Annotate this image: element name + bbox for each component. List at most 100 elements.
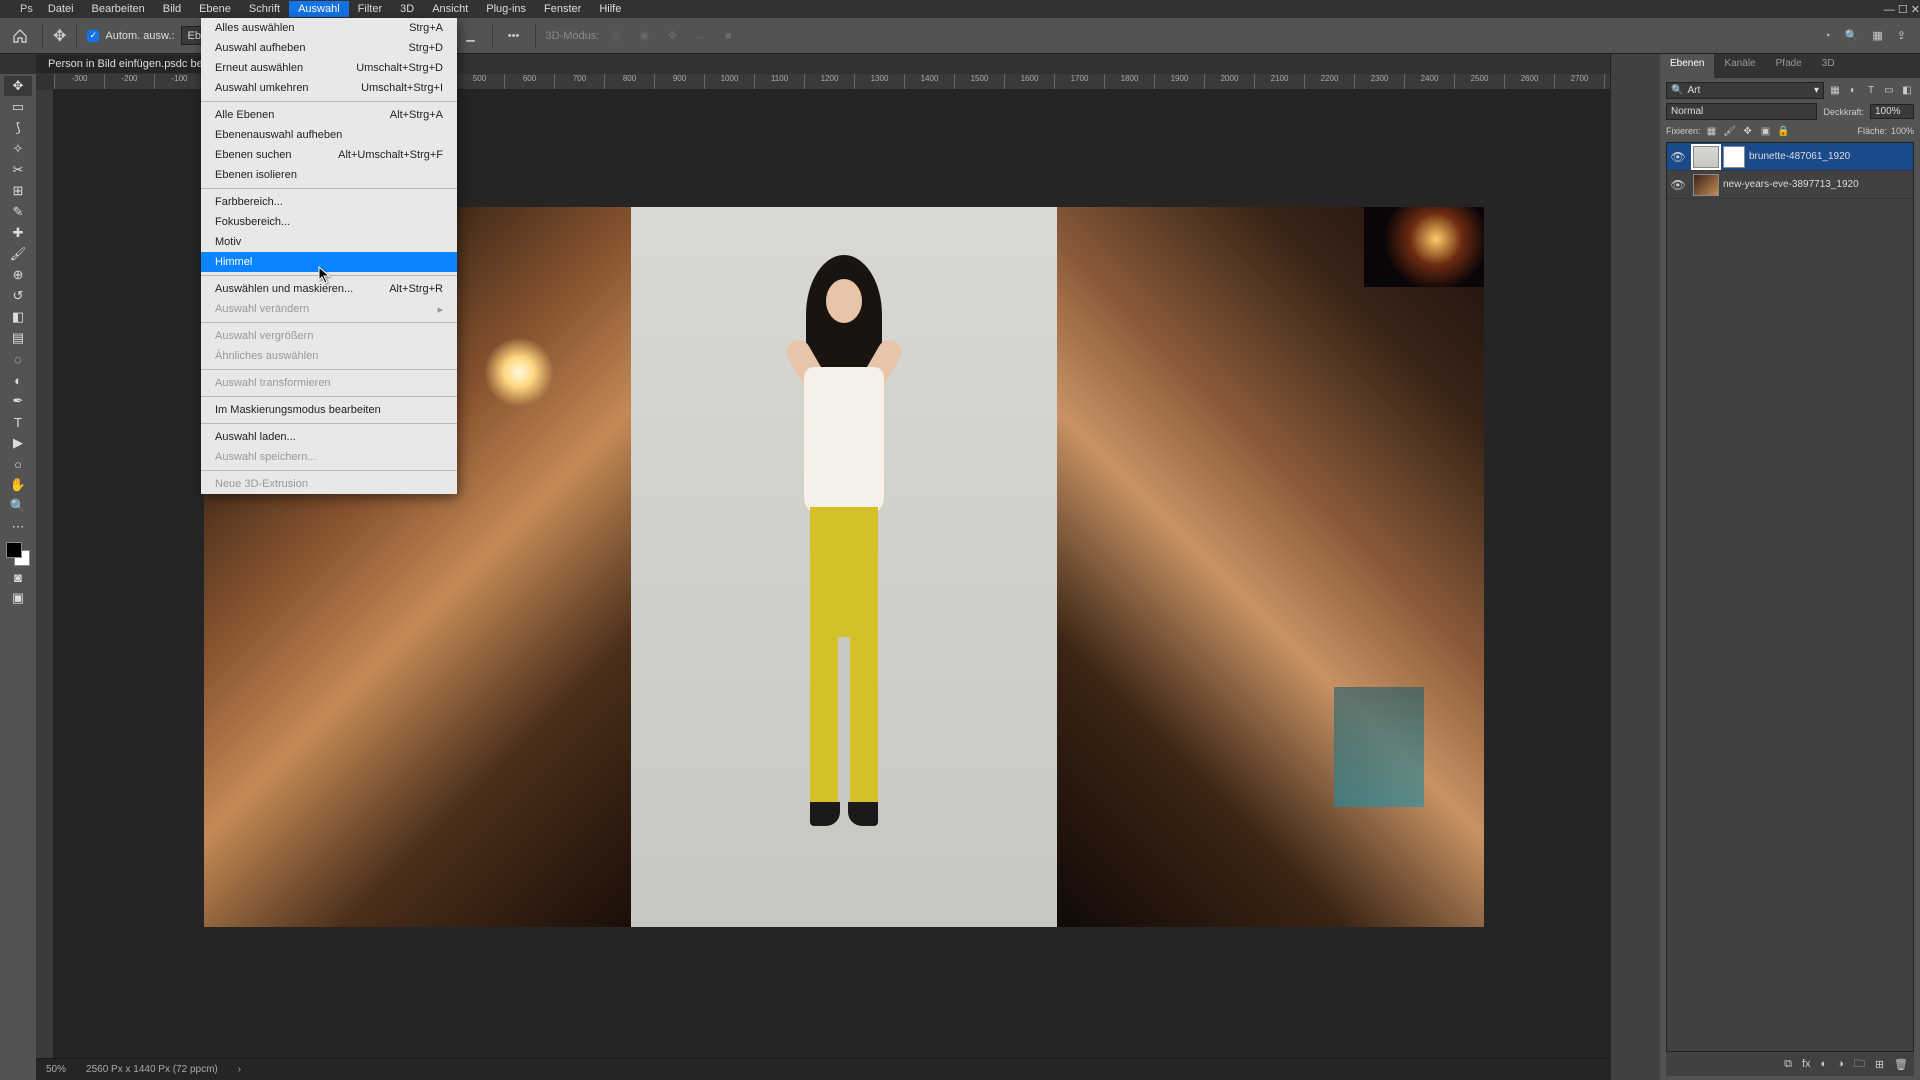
eyedropper-tool[interactable]: ✎	[4, 202, 32, 222]
blend-mode-dropdown[interactable]: Normal	[1666, 103, 1817, 120]
menu-item[interactable]: Im Maskierungsmodus bearbeiten	[201, 400, 457, 420]
eraser-tool[interactable]: ◧	[4, 307, 32, 327]
menu-item[interactable]: Ebenen suchenAlt+Umschalt+Strg+F	[201, 145, 457, 165]
close-icon[interactable]: ✕	[1911, 4, 1920, 16]
menu-ansicht[interactable]: Ansicht	[423, 1, 477, 17]
menu-3d[interactable]: 3D	[391, 1, 423, 17]
lock-transparent-icon[interactable]: ▦	[1705, 124, 1719, 138]
menu-auswahl[interactable]: Auswahl	[289, 1, 349, 17]
layer-row[interactable]: 👁 new-years-eve-3897713_1920	[1667, 171, 1913, 199]
panel-tab-3d[interactable]: 3D	[1812, 54, 1845, 78]
layer-thumbnail[interactable]	[1693, 174, 1719, 196]
menu-item[interactable]: Erneut auswählenUmschalt+Strg+D	[201, 58, 457, 78]
screen-mode-icon[interactable]: ▣	[4, 588, 32, 608]
menu-schrift[interactable]: Schrift	[240, 1, 289, 17]
collapsed-panel-dock[interactable]	[1610, 54, 1660, 1080]
menu-fenster[interactable]: Fenster	[535, 1, 590, 17]
home-icon[interactable]	[8, 24, 32, 48]
new-layer-icon[interactable]: ⊞	[1875, 1058, 1884, 1071]
filter-adjust-icon[interactable]: ◐	[1846, 84, 1860, 98]
pen-tool[interactable]: ✒	[4, 391, 32, 411]
menu-bild[interactable]: Bild	[154, 1, 190, 17]
shape-tool[interactable]: ○	[4, 454, 32, 474]
layer-name[interactable]: brunette-487061_1920	[1749, 151, 1850, 162]
visibility-icon[interactable]: 👁	[1667, 178, 1689, 192]
layer-filter-dropdown[interactable]: 🔍Art▾	[1666, 82, 1824, 99]
fx-icon[interactable]: fx	[1802, 1058, 1811, 1070]
panel-tab-ebenen[interactable]: Ebenen	[1660, 54, 1714, 78]
visibility-icon[interactable]: 👁	[1667, 150, 1689, 164]
menu-bearbeiten[interactable]: Bearbeiten	[83, 1, 154, 17]
menu-item[interactable]: Auswählen und maskieren...Alt+Strg+R	[201, 279, 457, 299]
minimize-icon[interactable]: —	[1884, 4, 1895, 16]
panel-tab-kanäle[interactable]: Kanäle	[1714, 54, 1765, 78]
menu-item[interactable]: Motiv	[201, 232, 457, 252]
layers-list[interactable]: 👁 brunette-487061_1920 👁 new-years-eve-3897…	[1666, 142, 1914, 1052]
menu-item[interactable]: Auswahl umkehrenUmschalt+Strg+I	[201, 78, 457, 98]
opacity-value[interactable]: 100%	[1870, 104, 1914, 119]
zoom-tool[interactable]: 🔍	[4, 496, 32, 516]
lock-position-icon[interactable]: ✥	[1741, 124, 1755, 138]
menu-hilfe[interactable]: Hilfe	[590, 1, 630, 17]
share-icon[interactable]: ⇪	[1897, 29, 1906, 42]
adjustment-icon[interactable]: ◑	[1837, 1058, 1844, 1070]
layer-thumbnail[interactable]	[1693, 146, 1719, 168]
menu-item[interactable]: Auswahl laden...	[201, 427, 457, 447]
menu-item[interactable]: Ebenen isolieren	[201, 165, 457, 185]
foreground-color[interactable]	[6, 542, 22, 558]
align-bottom-icon[interactable]: ▁	[460, 25, 482, 47]
menu-ebene[interactable]: Ebene	[190, 1, 240, 17]
history-brush-tool[interactable]: ↺	[4, 286, 32, 306]
hand-tool[interactable]: ✋	[4, 475, 32, 495]
maximize-icon[interactable]: ☐	[1898, 4, 1908, 16]
filter-type-icon[interactable]: T	[1864, 84, 1878, 98]
lock-all-icon[interactable]: 🔒	[1777, 124, 1791, 138]
menu-item[interactable]: Ebenenauswahl aufheben	[201, 125, 457, 145]
layer-mask-thumbnail[interactable]	[1723, 146, 1745, 168]
path-select-tool[interactable]: ▶	[4, 433, 32, 453]
mask-icon[interactable]: ◐	[1821, 1058, 1828, 1070]
more-options-icon[interactable]: •••	[503, 25, 525, 47]
menu-item[interactable]: Alles auswählenStrg+A	[201, 18, 457, 38]
menu-item[interactable]: Alle EbenenAlt+Strg+A	[201, 105, 457, 125]
menu-filter[interactable]: Filter	[349, 1, 391, 17]
menu-item[interactable]: Farbbereich...	[201, 192, 457, 212]
window-controls[interactable]: — ☐ ✕	[1884, 3, 1920, 16]
panel-tab-pfade[interactable]: Pfade	[1766, 54, 1812, 78]
link-layers-icon[interactable]: ⧉	[1784, 1058, 1792, 1071]
layer-name[interactable]: new-years-eve-3897713_1920	[1723, 179, 1859, 190]
search-icon[interactable]: 🔍	[1845, 29, 1859, 42]
zoom-level[interactable]: 50%	[46, 1064, 66, 1075]
healing-tool[interactable]: ✚	[4, 223, 32, 243]
edit-toolbar[interactable]: ⋯	[4, 517, 32, 537]
status-arrow-icon[interactable]: ›	[238, 1064, 241, 1075]
ruler-vertical[interactable]	[36, 90, 54, 1058]
cloud-icon[interactable]: ◔	[1824, 30, 1831, 42]
lasso-tool[interactable]: ⟆	[4, 118, 32, 138]
move-tool[interactable]: ✥	[4, 76, 32, 96]
lock-image-icon[interactable]: 🖌	[1723, 124, 1737, 138]
filter-smart-icon[interactable]: ◧	[1900, 84, 1914, 98]
marquee-tool[interactable]: ▭	[4, 97, 32, 117]
menu-item[interactable]: Auswahl aufhebenStrg+D	[201, 38, 457, 58]
blur-tool[interactable]: ◌	[4, 349, 32, 369]
color-swatches[interactable]	[6, 542, 30, 566]
lock-artboard-icon[interactable]: ▣	[1759, 124, 1773, 138]
crop-tool[interactable]: ✂	[4, 160, 32, 180]
layer-row[interactable]: 👁 brunette-487061_1920	[1667, 143, 1913, 171]
quick-mask-icon[interactable]: ◙	[4, 567, 32, 587]
workspace-icon[interactable]: ▦	[1872, 29, 1882, 42]
magic-wand-tool[interactable]: ✧	[4, 139, 32, 159]
gradient-tool[interactable]: ▤	[4, 328, 32, 348]
menu-plug-ins[interactable]: Plug-ins	[477, 1, 535, 17]
filter-shape-icon[interactable]: ▭	[1882, 84, 1896, 98]
frame-tool[interactable]: ⊞	[4, 181, 32, 201]
stamp-tool[interactable]: ⊕	[4, 265, 32, 285]
menu-item[interactable]: Himmel	[201, 252, 457, 272]
delete-layer-icon[interactable]: 🗑	[1894, 1058, 1908, 1071]
brush-tool[interactable]: 🖌	[4, 244, 32, 264]
menu-item[interactable]: Fokusbereich...	[201, 212, 457, 232]
type-tool[interactable]: T	[4, 412, 32, 432]
group-icon[interactable]: 🗀	[1854, 1055, 1865, 1074]
dodge-tool[interactable]: ◐	[4, 370, 32, 390]
